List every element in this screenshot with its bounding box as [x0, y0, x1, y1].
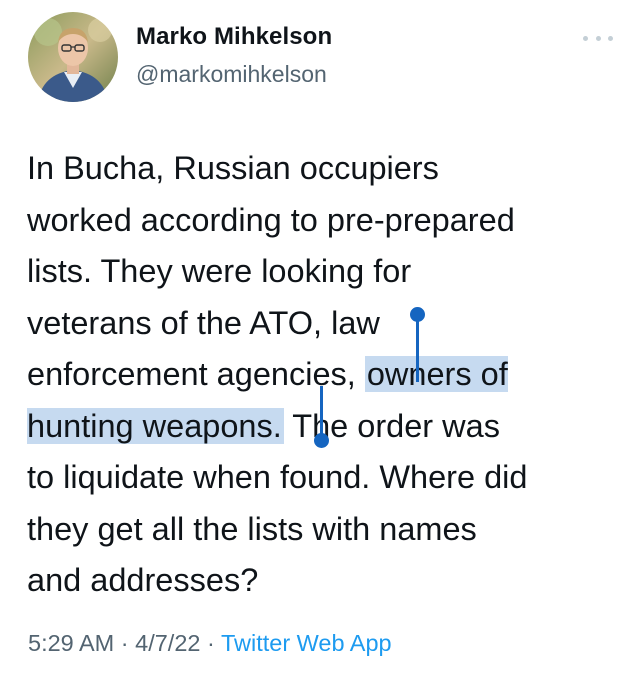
- tweet-text-segment: enforcement agencies,: [27, 356, 365, 392]
- tweet-line: worked according to pre-prepared: [27, 201, 515, 238]
- author-avatar[interactable]: [28, 12, 118, 102]
- meta-separator: ·: [120, 630, 129, 656]
- tweet-line: and addresses?: [27, 562, 259, 598]
- more-dot: [583, 35, 588, 41]
- tweet-line: lists. They were looking for: [27, 253, 412, 289]
- tweet-date[interactable]: 4/7/22: [135, 630, 200, 656]
- author-handle[interactable]: @markomihkelson: [136, 61, 327, 88]
- tweet-line: they get all the lists with names: [27, 510, 477, 547]
- selection-end-caret: [320, 386, 323, 438]
- avatar-photo-icon: [28, 12, 118, 102]
- more-dot: [595, 35, 601, 41]
- tweet-source-link[interactable]: Twitter Web App: [221, 630, 392, 656]
- tweet-card: Marko Mihkelson @markomihkelson In Bucha…: [0, 0, 637, 680]
- tweet-time[interactable]: 5:29 AM: [28, 630, 114, 656]
- more-dots-icon[interactable]: [583, 30, 613, 46]
- tweet-line: In Bucha, Russian occupiers: [27, 150, 439, 186]
- author-name[interactable]: Marko Mihkelson: [136, 23, 332, 51]
- selected-text-segment: hunting weapons.: [27, 407, 284, 444]
- selected-text-segment: owners of: [364, 356, 508, 392]
- tweet-line: to liquidate when found. Where did: [27, 459, 528, 495]
- meta-separator: ·: [207, 630, 215, 656]
- tweet-meta: 5:29 AM · 4/7/22 · Twitter Web App: [28, 630, 392, 657]
- selection-end-handle[interactable]: [314, 433, 329, 448]
- tweet-line: enforcement agencies, owners of: [27, 349, 627, 401]
- tweet-line: veterans of the ATO, law: [27, 304, 380, 341]
- more-dot: [608, 35, 613, 41]
- selection-start-caret: [416, 318, 419, 382]
- tweet-text[interactable]: In Bucha, Russian occupiers worked accor…: [27, 143, 627, 607]
